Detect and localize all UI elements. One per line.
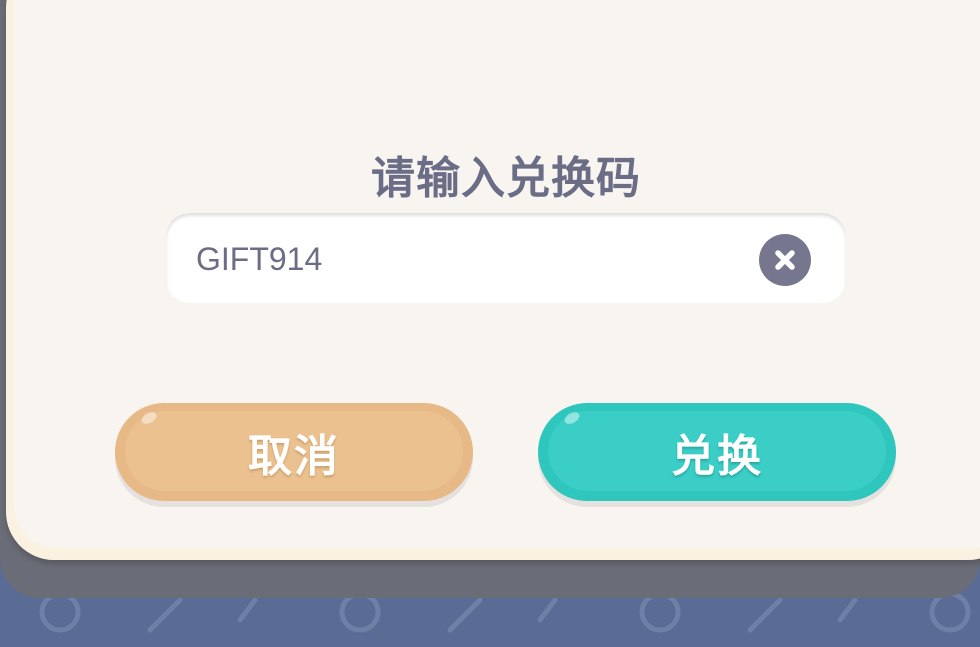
dialog-title: 请输入兑换码 bbox=[371, 153, 641, 204]
redeem-code-field[interactable] bbox=[166, 213, 846, 303]
cancel-button[interactable]: 取消 bbox=[115, 403, 473, 501]
close-circle-icon bbox=[775, 250, 795, 270]
cancel-button-label: 取消 bbox=[248, 431, 340, 482]
redeem-button[interactable]: 兑换 bbox=[538, 403, 896, 501]
clear-input-button[interactable] bbox=[759, 234, 811, 286]
redeem-code-input[interactable] bbox=[196, 237, 716, 281]
redeem-button-label: 兑换 bbox=[671, 431, 763, 482]
